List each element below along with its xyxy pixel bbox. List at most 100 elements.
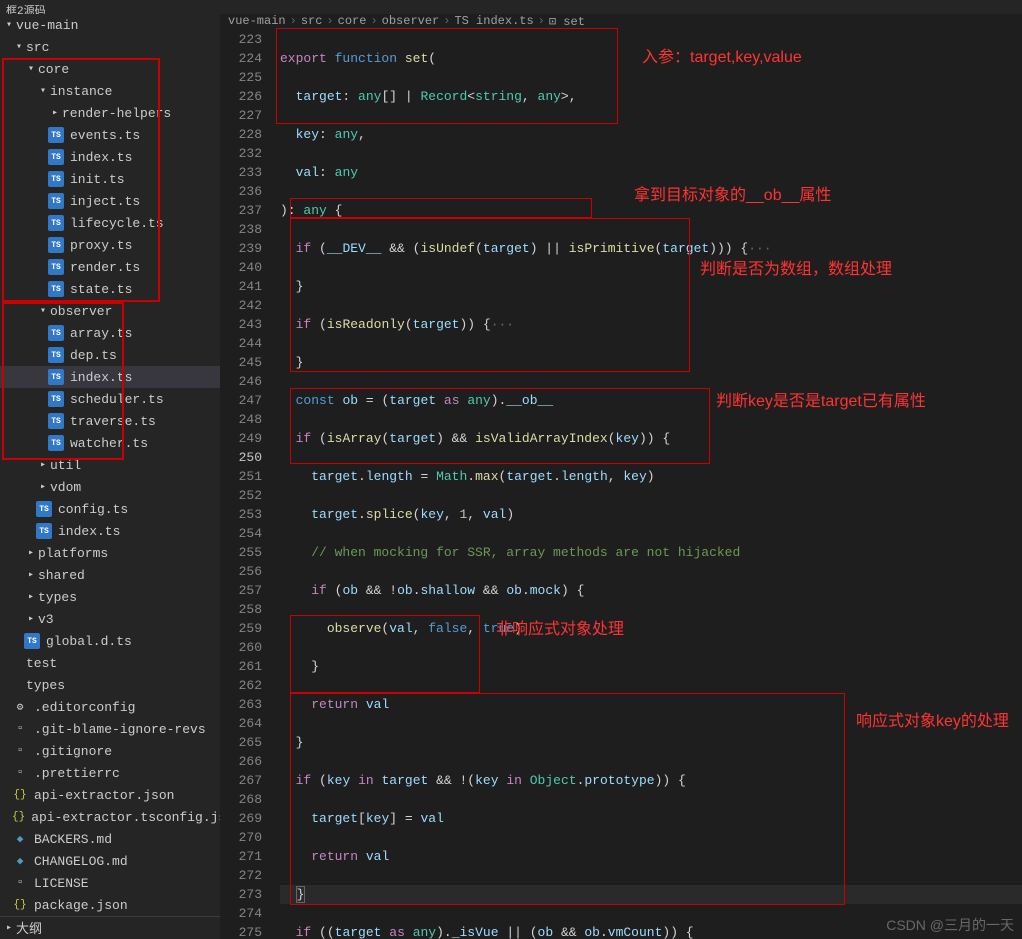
sidebar-item[interactable]: TS init.ts — [0, 168, 220, 190]
sidebar-item-label: render-helpers — [62, 106, 171, 121]
sidebar-item-label: global.d.ts — [46, 634, 132, 649]
sidebar-item[interactable]: ▸render-helpers — [0, 102, 220, 124]
line-number: 270 — [220, 828, 262, 847]
sidebar-item-label: proxy.ts — [70, 238, 132, 253]
sidebar-item[interactable]: ▸types — [0, 586, 220, 608]
chevron-right-icon: ▸ — [24, 569, 38, 581]
sidebar-item[interactable]: TSindex.ts — [0, 520, 220, 542]
line-number: 227 — [220, 106, 262, 125]
code-area[interactable]: export function set( target: any[] | Rec… — [280, 28, 1022, 939]
sidebar-item[interactable]: ▸shared — [0, 564, 220, 586]
sidebar-item[interactable]: TSinject.ts — [0, 190, 220, 212]
breadcrumb-item[interactable]: TS index.ts — [454, 14, 533, 28]
sidebar-item[interactable]: ▾observer — [0, 300, 220, 322]
sidebar-item-label: v3 — [38, 612, 54, 627]
sidebar-item[interactable]: ▾instance — [0, 80, 220, 102]
breadcrumb-item[interactable]: core — [338, 14, 367, 28]
sidebar-item[interactable]: ▫.gitignore — [0, 740, 220, 762]
sidebar-item[interactable]: TS render.ts — [0, 256, 220, 278]
sidebar-item[interactable]: TSwatcher.ts — [0, 432, 220, 454]
chevron-right-icon: ▸ — [36, 459, 50, 471]
line-number: 261 — [220, 657, 262, 676]
sidebar-item-label: init.ts — [70, 172, 125, 187]
gear-icon: ⚙ — [12, 700, 28, 714]
sidebar-item-label: watcher.ts — [70, 436, 148, 451]
sidebar-item-label: index.ts — [70, 150, 132, 165]
sidebar-item[interactable]: ◆CHANGELOG.md — [0, 850, 220, 872]
line-number: 259 — [220, 619, 262, 638]
line-number: 265 — [220, 733, 262, 752]
outline-section[interactable]: ▸ 大纲 — [0, 916, 220, 938]
sidebar-item[interactable]: TSlifecycle.ts — [0, 212, 220, 234]
sidebar-item[interactable]: TStraverse.ts — [0, 410, 220, 432]
line-number: 246 — [220, 372, 262, 391]
line-number: 257 — [220, 581, 262, 600]
line-number: 225 — [220, 68, 262, 87]
sidebar-item[interactable]: test — [0, 652, 220, 674]
sidebar-item-label: platforms — [38, 546, 108, 561]
sidebar-item-label: dep.ts — [70, 348, 117, 363]
line-number: 237 — [220, 201, 262, 220]
chevron-right-icon: ▸ — [36, 481, 50, 493]
sidebar-item-label: types — [26, 678, 65, 693]
sidebar-item[interactable]: TSarray.ts — [0, 322, 220, 344]
sidebar-item[interactable]: ▸platforms — [0, 542, 220, 564]
typescript-file-icon: TS — [24, 633, 40, 649]
breadcrumbs[interactable]: vue-main› src› core› observer› TS index.… — [220, 14, 1022, 28]
file-explorer-sidebar[interactable]: ▾ vue-main ▾src▾core▾instance▸render-hel… — [0, 14, 220, 939]
sidebar-item[interactable]: TS proxy.ts — [0, 234, 220, 256]
breadcrumb-item[interactable]: ⊡ set — [549, 14, 585, 29]
breadcrumb-separator: › — [538, 14, 545, 28]
sidebar-item-label: render.ts — [70, 260, 140, 275]
sidebar-item[interactable]: ▫.git-blame-ignore-revs — [0, 718, 220, 740]
typescript-file-icon: TS — [48, 193, 64, 209]
sidebar-item[interactable]: {}package.json — [0, 894, 220, 916]
typescript-file-icon: TS — [48, 325, 64, 341]
editor-content[interactable]: 2232242252262272282322332362372382392402… — [220, 28, 1022, 939]
json-file-icon: {} — [12, 811, 25, 823]
typescript-file-icon: TS — [48, 171, 64, 187]
sidebar-item[interactable]: ⚙.editorconfig — [0, 696, 220, 718]
breadcrumb-item[interactable]: vue-main — [228, 14, 286, 28]
line-number: 254 — [220, 524, 262, 543]
line-number: 275 — [220, 923, 262, 939]
breadcrumb-separator: › — [290, 14, 297, 28]
typescript-file-icon: TS — [48, 391, 64, 407]
typescript-file-icon: TS — [48, 259, 64, 275]
sidebar-item[interactable]: {}api-extractor.json — [0, 784, 220, 806]
line-number: 240 — [220, 258, 262, 277]
sidebar-item-label: CHANGELOG.md — [34, 854, 128, 869]
breadcrumb-item[interactable]: src — [301, 14, 323, 28]
sidebar-item[interactable]: TSevents.ts — [0, 124, 220, 146]
sidebar-item[interactable]: TSstate.ts — [0, 278, 220, 300]
sidebar-item[interactable]: TSscheduler.ts — [0, 388, 220, 410]
line-number: 252 — [220, 486, 262, 505]
sidebar-item-label: events.ts — [70, 128, 140, 143]
sidebar-item[interactable]: ▸v3 — [0, 608, 220, 630]
sidebar-item[interactable]: TS global.d.ts — [0, 630, 220, 652]
typescript-file-icon: TS — [48, 237, 64, 253]
sidebar-item[interactable]: ▸util — [0, 454, 220, 476]
sidebar-item[interactable]: {}api-extractor.tsconfig.json — [0, 806, 220, 828]
sidebar-item[interactable]: TSdep.ts — [0, 344, 220, 366]
sidebar-root[interactable]: ▾ vue-main — [0, 14, 220, 36]
chevron-right-icon: ▸ — [2, 922, 16, 934]
sidebar-item-label: types — [38, 590, 77, 605]
sidebar-item[interactable]: ▫.prettierrc — [0, 762, 220, 784]
sidebar-item[interactable]: ◆BACKERS.md — [0, 828, 220, 850]
sidebar-item[interactable]: ▸vdom — [0, 476, 220, 498]
sidebar-item[interactable]: types — [0, 674, 220, 696]
sidebar-item[interactable]: TSindex.ts — [0, 146, 220, 168]
line-number: 244 — [220, 334, 262, 353]
sidebar-item[interactable]: ▾src — [0, 36, 220, 58]
sidebar-item-label: src — [26, 40, 49, 55]
sidebar-item[interactable]: ▾core — [0, 58, 220, 80]
line-number: 241 — [220, 277, 262, 296]
sidebar-item[interactable]: ▫LICENSE — [0, 872, 220, 894]
line-number: 263 — [220, 695, 262, 714]
sidebar-item[interactable]: TSconfig.ts — [0, 498, 220, 520]
file-icon: ▫ — [12, 877, 28, 889]
breadcrumb-item[interactable]: observer — [382, 14, 440, 28]
sidebar-item[interactable]: TSindex.ts — [0, 366, 220, 388]
line-number: 233 — [220, 163, 262, 182]
